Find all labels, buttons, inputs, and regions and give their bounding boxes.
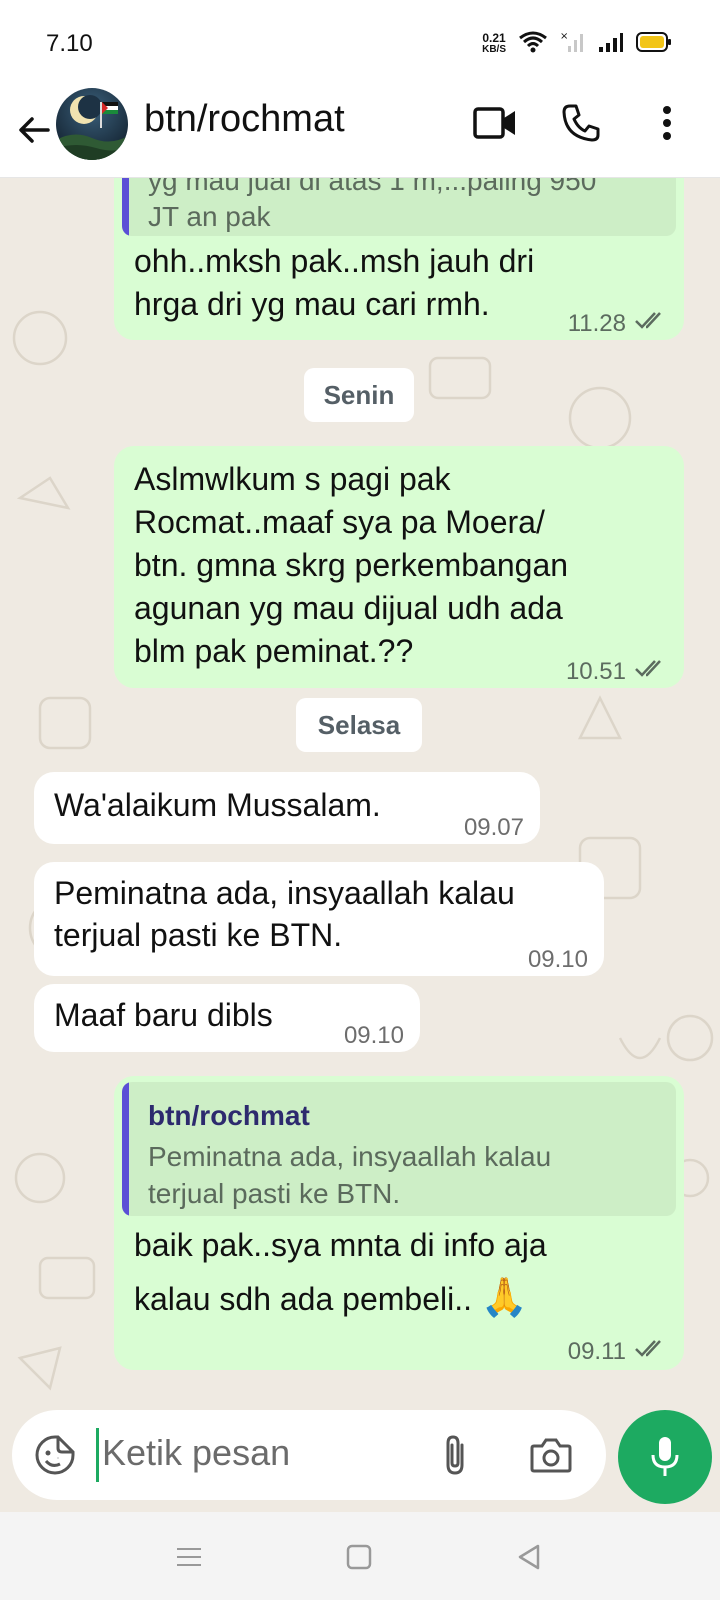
message-text-line: Wa'alaikum Mussalam. — [54, 787, 381, 823]
voice-message-button[interactable] — [618, 1410, 712, 1504]
chat-header: btn/rochmat — [0, 86, 720, 178]
quote-accent-bar — [122, 1082, 129, 1216]
contact-name[interactable]: btn/rochmat — [144, 98, 345, 141]
attach-button[interactable] — [432, 1432, 478, 1478]
message-bubble-incoming[interactable]: Maaf baru dibls 09.10 — [34, 984, 420, 1052]
message-text-line: Peminatna ada, insyaallah kalau — [54, 875, 515, 911]
message-text-line: kalau sdh ada pembeli.. 🙏 — [134, 1276, 528, 1321]
nav-back-button[interactable] — [512, 1540, 546, 1574]
message-bubble-outgoing[interactable]: yg mau jual di atas 1 m,...paling 950 JT… — [114, 178, 684, 340]
home-button[interactable] — [342, 1540, 376, 1574]
network-speed-unit: KB/S — [482, 44, 506, 55]
message-text-line: baik pak..sya mnta di info aja — [134, 1227, 547, 1263]
message-text-line: Aslmwlkum s pagi pak — [134, 461, 451, 497]
camera-button[interactable] — [528, 1432, 574, 1478]
voice-call-button[interactable] — [556, 98, 606, 148]
video-call-button[interactable] — [470, 98, 520, 148]
paperclip-icon — [446, 1435, 464, 1475]
message-bubble-outgoing[interactable]: Aslmwlkum s pagi pak Rocmat..maaf sya pa… — [114, 446, 684, 688]
message-text-line: agunan yg mau dijual udh ada — [134, 590, 563, 626]
quote-accent-bar — [122, 178, 129, 236]
status-icons: 0.21 KB/S × — [482, 28, 672, 60]
message-meta: 09.11 — [568, 1330, 668, 1373]
message-bubble-incoming[interactable]: Wa'alaikum Mussalam. 09.07 — [34, 772, 540, 844]
quote-text-line: terjual pasti ke BTN. — [148, 1178, 401, 1209]
message-time: 09.10 — [343, 1022, 404, 1049]
message-time: 09.11 — [567, 1338, 626, 1365]
battery-icon — [636, 31, 672, 58]
message-time: 11.28 — [567, 310, 626, 337]
system-navigation-bar — [0, 1512, 720, 1600]
message-text-line: Rocmat..maaf sya pa Moera/ — [134, 504, 545, 540]
quote-text-line: Peminatna ada, insyaallah kalau — [148, 1141, 552, 1172]
phone-icon — [562, 104, 600, 142]
quoted-message[interactable]: yg mau jual di atas 1 m,...paling 950 JT… — [122, 178, 676, 236]
svg-text:×: × — [560, 31, 568, 42]
sticker-button[interactable] — [32, 1432, 78, 1478]
avatar[interactable] — [56, 88, 128, 160]
quote-sender-name: btn/rochmat — [148, 1100, 310, 1131]
message-text-line: Maaf baru dibls — [54, 997, 273, 1033]
double-check-icon — [634, 302, 668, 345]
message-meta: 09.10 — [528, 938, 588, 981]
sticker-icon — [35, 1435, 75, 1475]
double-check-icon — [634, 1330, 668, 1373]
wifi-icon — [518, 30, 548, 59]
recent-apps-button[interactable] — [172, 1540, 206, 1574]
day-separator: Senin — [304, 368, 414, 422]
message-meta: 09.10 — [344, 1014, 404, 1057]
folded-hands-emoji: 🙏 — [480, 1275, 529, 1319]
back-button[interactable] — [14, 110, 54, 150]
quoted-message[interactable]: btn/rochmat Peminatna ada, insyaallah ka… — [122, 1082, 676, 1216]
message-text-line: hrga dri yg mau cari rmh. — [134, 286, 490, 322]
signal-no-service-icon: × — [560, 30, 586, 59]
signal-icon — [598, 30, 624, 59]
message-time: 09.07 — [463, 814, 524, 841]
message-input[interactable]: Ketik pesan — [102, 1432, 290, 1474]
video-camera-icon — [473, 107, 515, 139]
microphone-icon — [651, 1437, 679, 1476]
more-vertical-icon — [663, 106, 671, 140]
quote-text-line: yg mau jual di atas 1 m,...paling 950 — [148, 178, 597, 196]
status-time: 7.10 — [46, 30, 93, 57]
message-composer[interactable]: Ketik pesan — [12, 1410, 606, 1500]
camera-icon — [530, 1438, 572, 1473]
chat-area[interactable]: yg mau jual di atas 1 m,...paling 950 JT… — [0, 178, 720, 1510]
quote-text-line: JT an pak — [148, 201, 271, 232]
message-text-segment: kalau sdh ada pembeli.. — [134, 1281, 472, 1317]
message-bubble-outgoing[interactable]: btn/rochmat Peminatna ada, insyaallah ka… — [114, 1076, 684, 1370]
network-speed: 0.21 KB/S — [482, 32, 506, 56]
double-check-icon — [634, 650, 668, 693]
message-text-line: terjual pasti ke BTN. — [54, 917, 343, 953]
network-speed-value: 0.21 — [482, 31, 506, 45]
status-bar: 7.10 0.21 KB/S × — [0, 0, 720, 86]
message-time: 09.10 — [527, 946, 588, 973]
menu-icon — [177, 1548, 201, 1566]
message-bubble-incoming[interactable]: Peminatna ada, insyaallah kalau terjual … — [34, 862, 604, 976]
message-text-line: ohh..mksh pak..msh jauh dri — [134, 243, 535, 279]
text-cursor — [96, 1428, 99, 1482]
arrow-left-icon — [19, 117, 50, 143]
message-time: 10.51 — [565, 658, 626, 685]
message-meta: 09.07 — [464, 806, 524, 849]
message-text-line: btn. gmna skrg perkembangan — [134, 547, 569, 583]
day-separator: Selasa — [296, 698, 422, 752]
triangle-back-icon — [518, 1544, 540, 1570]
more-options-button[interactable] — [652, 98, 682, 148]
message-meta: 11.28 — [568, 302, 668, 345]
message-text-line: blm pak peminat.?? — [134, 633, 414, 669]
message-meta: 10.51 — [566, 650, 668, 693]
square-home-icon — [346, 1544, 372, 1570]
